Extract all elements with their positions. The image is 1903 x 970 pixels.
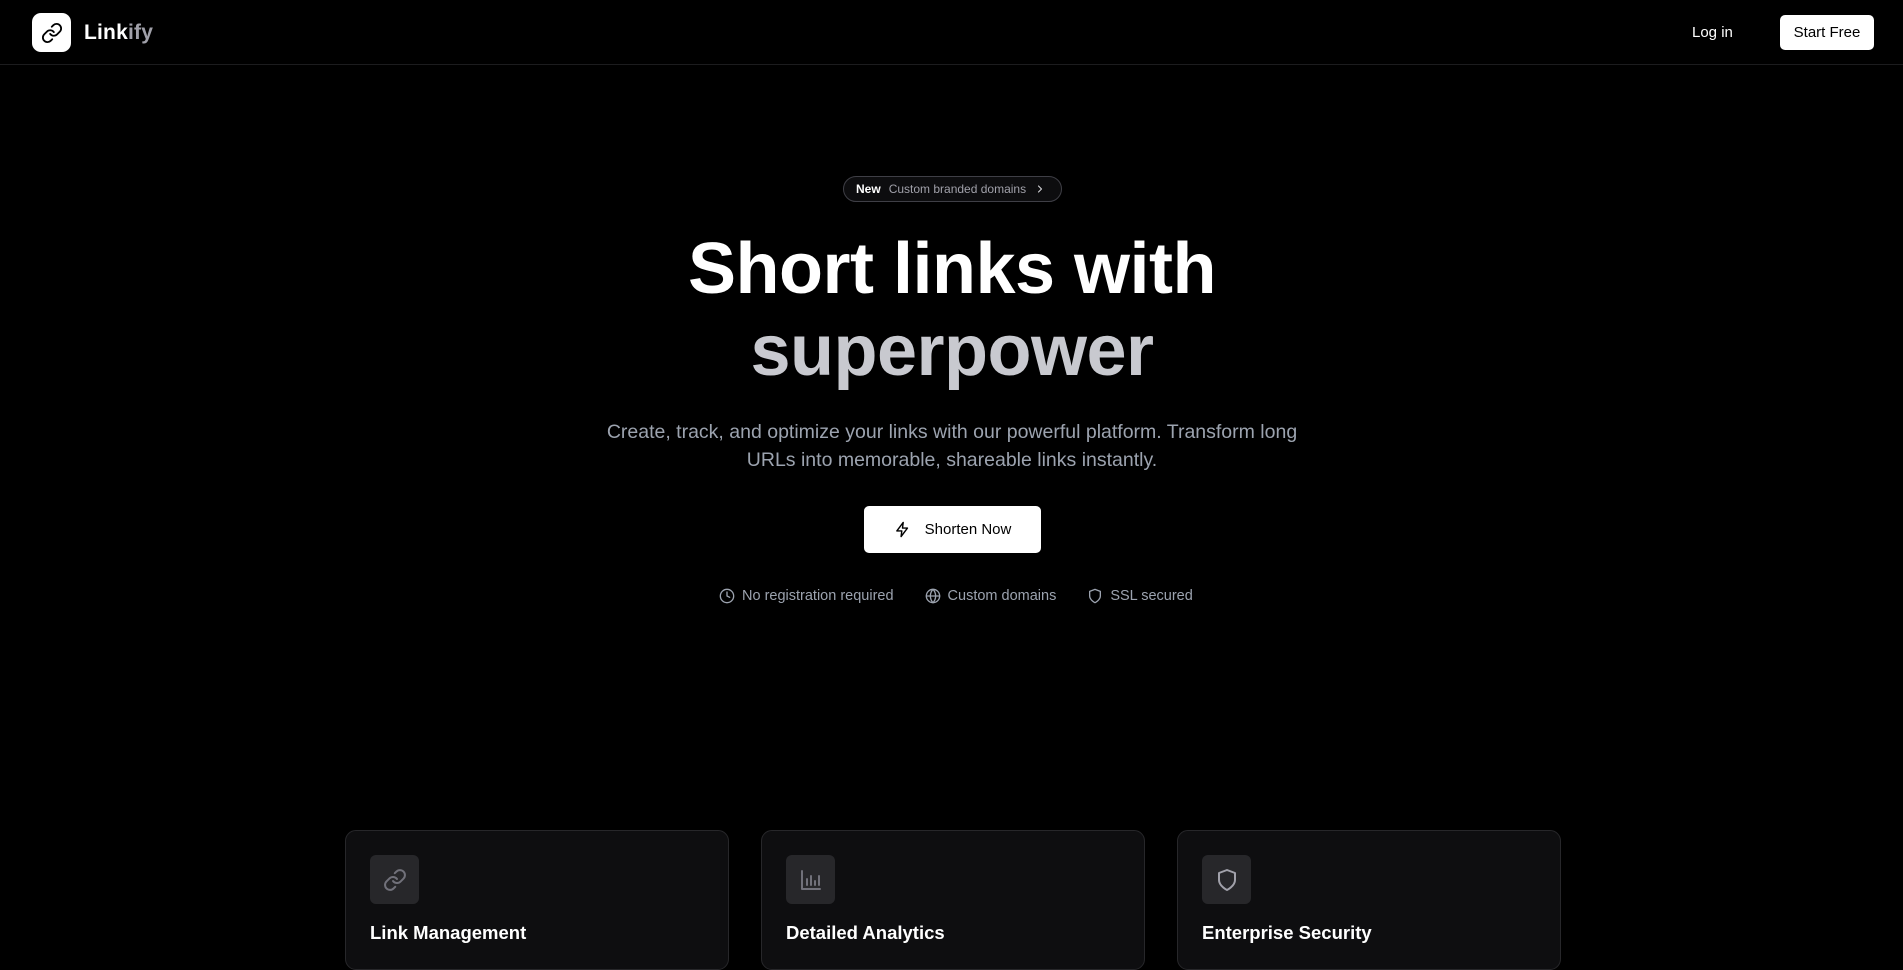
link-icon — [370, 855, 419, 904]
hero-title-line1: Short links with — [687, 229, 1217, 309]
badge-new-label: New — [856, 182, 881, 196]
clock-icon — [719, 588, 735, 604]
announcement-badge[interactable]: New Custom branded domains — [843, 176, 1062, 202]
feature-card-detailed-analytics: Detailed Analytics — [761, 830, 1145, 970]
shield-icon — [1089, 588, 1102, 604]
hero-title: Short links with superpower — [452, 228, 1452, 392]
bar-chart-icon — [786, 855, 835, 904]
chevron-right-icon — [1034, 183, 1046, 195]
feature-card-title: Enterprise Security — [1202, 922, 1372, 943]
brand-logo-link[interactable]: Linkify — [32, 13, 153, 52]
shorten-now-button[interactable]: Shorten Now — [864, 506, 1041, 553]
feature-card-link-management: Link Management — [345, 830, 729, 970]
lightning-icon — [895, 521, 908, 538]
link-icon — [32, 13, 71, 52]
top-navbar: Linkify Log in Start Free — [0, 0, 1903, 65]
inline-feature-list: No registration required Custom domains … — [719, 585, 1193, 607]
brand-name-part1: Link — [84, 20, 128, 44]
feature-card-title: Link Management — [370, 922, 527, 943]
start-free-button[interactable]: Start Free — [1780, 15, 1874, 50]
inline-feature-no-registration: No registration required — [719, 588, 894, 604]
brand-name: Linkify — [84, 21, 153, 45]
inline-feature-custom-domains: Custom domains — [925, 588, 1057, 604]
shield-icon — [1202, 855, 1251, 904]
inline-feature-label: No registration required — [742, 588, 894, 604]
badge-text: Custom branded domains — [888, 182, 1027, 196]
inline-feature-label: Custom domains — [947, 588, 1057, 604]
hero-subtitle: Create, track, and optimize your links w… — [606, 421, 1298, 471]
shorten-now-label: Shorten Now — [924, 521, 1012, 538]
inline-feature-label: SSL secured — [1110, 588, 1193, 604]
feature-card-enterprise-security: Enterprise Security — [1177, 830, 1561, 970]
feature-card-title: Detailed Analytics — [786, 922, 945, 943]
inline-feature-ssl: SSL secured — [1087, 588, 1193, 604]
hero-title-line2: superpower — [750, 311, 1154, 391]
brand-name-part2: ify — [127, 20, 154, 44]
login-link[interactable]: Log in — [1684, 20, 1741, 44]
globe-icon — [925, 588, 940, 604]
